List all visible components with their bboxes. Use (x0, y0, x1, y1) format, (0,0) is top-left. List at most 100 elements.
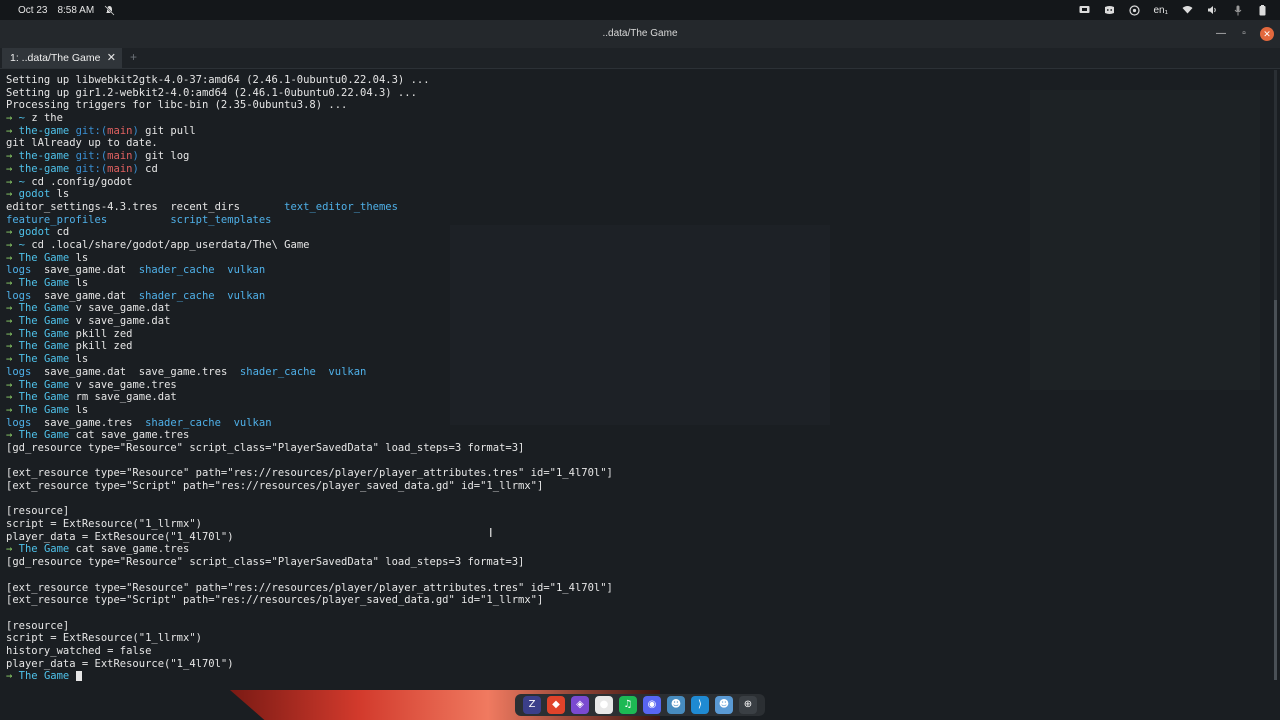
terminal-text-segment: ) (132, 150, 146, 163)
terminal-line: script = ExtResource("1_llrmx") (6, 518, 1266, 531)
terminal-line: → The Game ls (6, 353, 1266, 366)
discord-icon[interactable]: ◉ (643, 696, 661, 714)
terminal-text-segment: godot (18, 226, 57, 239)
microphone-icon[interactable] (1232, 5, 1243, 16)
brave-icon[interactable]: ◆ (547, 696, 565, 714)
godot-alt-icon[interactable]: ☻ (715, 696, 733, 714)
terminal-text-segment: [ext_resource type="Script" path="res://… (6, 480, 544, 492)
spotify-icon[interactable]: ♫ (619, 696, 637, 714)
terminal-line: [ext_resource type="Script" path="res://… (6, 594, 1266, 607)
terminal-text-segment: Setting up libwebkit2gtk-4.0-37:amd64 (2… (6, 74, 430, 86)
terminal-text-segment: → (6, 112, 19, 125)
zed-icon[interactable]: Z (523, 696, 541, 714)
terminal-text-segment: → (6, 238, 19, 251)
godot-icon[interactable]: ☻ (667, 696, 685, 714)
terminal-line: → ~ cd .local/share/godot/app_userdata/T… (6, 239, 1266, 252)
terminal-text-segment: ~ (18, 175, 32, 188)
screen-share-icon[interactable] (1079, 5, 1090, 16)
terminal-text-segment: logs (6, 416, 32, 429)
terminal-text-segment: git:( (75, 124, 108, 137)
terminal-line: → The Game cat save_game.tres (6, 543, 1266, 556)
terminal-text-segment: → (6, 391, 19, 404)
terminal-text-segment: rm save_game.dat (75, 391, 177, 404)
apps-grid-icon[interactable]: ⊕ (739, 696, 757, 714)
terminal-text-segment: The Game (18, 403, 76, 416)
terminal-text-segment: feature_profiles script_templates (6, 213, 272, 226)
terminal-text-segment: cd (56, 226, 70, 239)
terminal-text-segment: ) (132, 124, 146, 137)
scrollbar-thumb[interactable] (1274, 300, 1277, 680)
wifi-icon[interactable] (1182, 5, 1193, 16)
terminal-text-segment: ls (56, 188, 70, 201)
terminal-text-segment: ) (132, 162, 146, 175)
terminal-line: → ~ z the (6, 112, 1266, 125)
terminal-text-segment: → (6, 302, 19, 315)
obsidian-icon[interactable]: ◈ (571, 696, 589, 714)
terminal-text-segment: godot (18, 188, 57, 201)
terminal-line: → The Game pkill zed (6, 328, 1266, 341)
terminal-text-segment: Processing triggers for libc-bin (2.35-0… (6, 99, 348, 112)
terminal-text-segment: shader_cache vulkan (138, 264, 266, 277)
terminal-text-segment: → (6, 315, 19, 328)
window-title-bar[interactable]: ..data/The Game — ▫ ✕ (0, 20, 1280, 48)
terminal-text-segment: → (6, 543, 19, 556)
terminal-text-segment: The Game (18, 251, 76, 264)
terminal-text-segment: cd (145, 162, 158, 175)
terminal-text-segment: git pull (145, 124, 196, 137)
tab-the-game[interactable]: 1: ..data/The Game ✕ (2, 48, 122, 68)
chrome-tray-icon[interactable] (1128, 4, 1140, 16)
terminal-line: script = ExtResource("1_llrmx") (6, 632, 1266, 645)
terminal-line: player_data = ExtResource("1_4l70l") (6, 658, 1266, 671)
window-title: ..data/The Game (602, 28, 678, 39)
close-icon[interactable]: ✕ (1260, 27, 1274, 41)
terminal-text-segment: → (6, 277, 19, 289)
terminal-text-segment: save_game.dat (31, 289, 139, 302)
terminal-text-segment: text_editor_themes (284, 200, 398, 213)
vscode-icon[interactable]: ⟩ (691, 696, 709, 714)
maximize-icon[interactable]: ▫ (1237, 27, 1251, 41)
terminal-output[interactable]: Setting up libwebkit2gtk-4.0-37:amd64 (2… (6, 74, 1266, 683)
terminal-scrollbar[interactable] (1274, 70, 1277, 680)
terminal-text-segment: The Game (18, 327, 76, 340)
terminal-line: → The Game v save_game.tres (6, 379, 1266, 392)
date-label[interactable]: Oct 23 (18, 5, 47, 16)
volume-icon[interactable] (1207, 5, 1218, 16)
terminal-text-segment: ~ (18, 112, 32, 125)
terminal-line: → The Game v save_game.dat (6, 302, 1266, 315)
terminal-line: → The Game ls (6, 404, 1266, 417)
tab-close-icon[interactable]: ✕ (107, 51, 116, 64)
dock: Z ◆ ◈ ● ♫ ◉ ☻ ⟩ ☻ ⊕ (515, 694, 765, 716)
terminal-line: feature_profiles script_templates (6, 214, 1266, 227)
terminal-line: [ext_resource type="Resource" path="res:… (6, 467, 1266, 480)
terminal-text-segment: the-game (18, 162, 76, 175)
terminal-line: → The Game cat save_game.tres (6, 429, 1266, 442)
terminal-text-segment: The Game (18, 277, 76, 289)
terminal-line: [gd_resource type="Resource" script_clas… (6, 442, 1266, 455)
terminal-text-segment: git:( (75, 150, 108, 163)
terminal-text-segment: pkill zed (75, 327, 133, 340)
terminal-text-segment: ls (75, 403, 89, 416)
keyboard-layout-indicator[interactable]: en₁ (1154, 5, 1169, 16)
terminal-line: git lAlready up to date. (6, 137, 1266, 150)
terminal-line: history_watched = false (6, 645, 1266, 658)
time-label[interactable]: 8:58 AM (57, 5, 94, 16)
minimize-icon[interactable]: — (1214, 27, 1228, 41)
terminal-text-segment: → (6, 403, 19, 416)
notifications-muted-icon[interactable] (104, 4, 115, 16)
terminal-line: → The Game ls (6, 252, 1266, 265)
terminal-text-segment: git lAlready up to date. (6, 137, 158, 150)
chrome-icon[interactable]: ● (595, 696, 613, 714)
terminal-text-segment: The Game (18, 353, 76, 366)
new-tab-icon[interactable]: + (130, 50, 137, 64)
terminal-text-segment: cd .local/share/godot/app_userdata/The\ … (31, 238, 310, 251)
discord-tray-icon[interactable] (1104, 5, 1115, 16)
battery-icon[interactable] (1257, 4, 1268, 16)
terminal-line: logs save_game.dat shader_cache vulkan (6, 264, 1266, 277)
terminal-text-segment: → (6, 429, 19, 442)
terminal-text-segment: pkill zed (75, 340, 133, 353)
terminal-line: → The Game v save_game.dat (6, 315, 1266, 328)
terminal-text-segment: save_game.tres (31, 416, 146, 429)
